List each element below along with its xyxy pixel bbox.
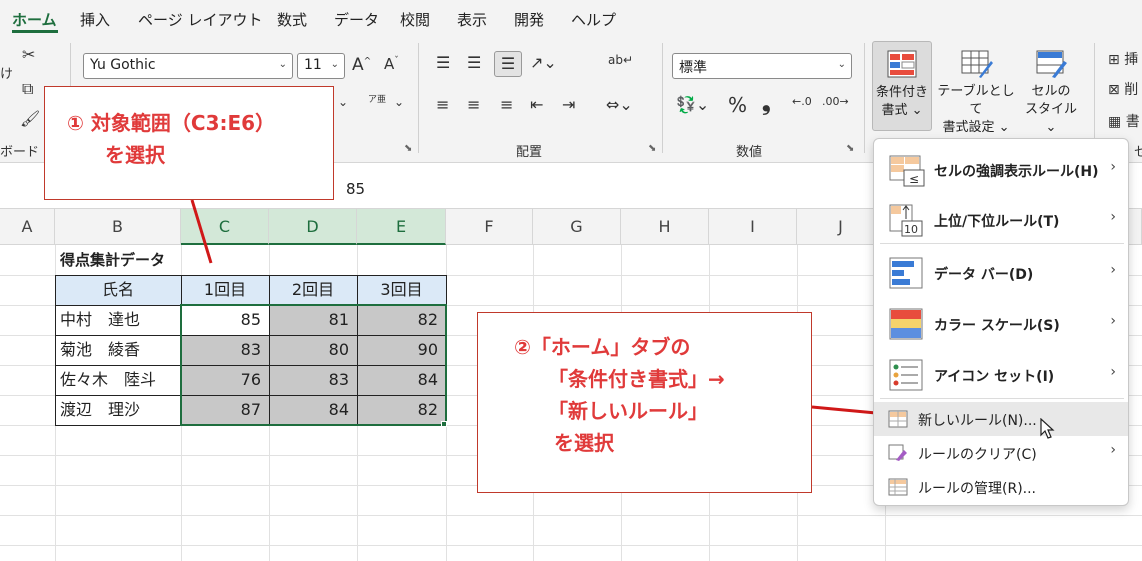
svg-text:≤: ≤	[909, 172, 919, 186]
menu-item-clear-rules[interactable]: ルールのクリア(C) ›	[874, 436, 1128, 470]
callout-1: ① 対象範囲（C3:E6） を選択	[44, 86, 334, 200]
manage-rules-icon	[888, 478, 908, 496]
callout-2-line4: を選択	[554, 431, 614, 455]
callout-line-1	[190, 199, 213, 264]
menu-separator	[880, 398, 1124, 399]
menu-item-color-scales[interactable]: カラー スケール(S) ›	[874, 299, 1128, 349]
callout-2: ②「ホーム」タブの 「条件付き書式」→ 「新しいルール」 を選択	[477, 312, 812, 493]
menu-item-data-bars[interactable]: データ バー(D) ›	[874, 248, 1128, 298]
menu-label: 新しいルール(N)...	[918, 413, 1037, 429]
menu-item-manage-rules[interactable]: ルールの管理(R)...	[874, 470, 1128, 504]
highlight-rules-icon: ≤	[889, 155, 925, 187]
menu-item-new-rule[interactable]: 新しいルール(N)...	[874, 402, 1128, 436]
menu-item-icon-sets[interactable]: アイコン セット(I) ›	[874, 350, 1128, 400]
callout-2-line1: ②「ホーム」タブの	[514, 335, 691, 359]
submenu-arrow-icon: ›	[1110, 364, 1116, 380]
submenu-arrow-icon: ›	[1110, 442, 1116, 458]
menu-label: 上位/下位ルール(T)	[934, 214, 1060, 230]
callout-1-line2: を選択	[105, 143, 165, 167]
top-bottom-rules-icon: 10	[889, 204, 923, 237]
callout-2-line3: 「新しいルール」	[548, 399, 708, 423]
callout-line-2	[811, 405, 877, 415]
menu-label: ルールの管理(R)...	[918, 481, 1037, 497]
submenu-arrow-icon: ›	[1110, 262, 1116, 278]
menu-separator	[880, 243, 1124, 244]
menu-item-highlight-rules[interactable]: ≤ セルの強調表示ルール(H) ›	[874, 145, 1128, 195]
submenu-arrow-icon: ›	[1110, 159, 1116, 175]
data-bars-icon	[889, 257, 923, 289]
color-scales-icon	[889, 308, 923, 340]
excel-window: ホーム 挿入 ページ レイアウト 数式 データ 校閲 表示 開発 ヘルプ ✂ け…	[0, 0, 1142, 561]
menu-label: カラー スケール(S)	[934, 318, 1060, 334]
menu-label: アイコン セット(I)	[934, 369, 1055, 385]
callout-2-line2: 「条件付き書式」→	[548, 367, 725, 391]
callout-1-line1: ① 対象範囲（C3:E6）	[67, 111, 276, 135]
new-rule-icon	[888, 410, 908, 428]
clear-rules-icon	[888, 444, 907, 461]
icon-sets-icon	[889, 359, 923, 391]
mouse-cursor-icon	[1040, 418, 1055, 439]
menu-label: データ バー(D)	[934, 267, 1034, 283]
conditional-formatting-menu: ≤ セルの強調表示ルール(H) › 10 上位/下位ルール(T) › データ バ…	[873, 138, 1129, 506]
menu-label: セルの強調表示ルール(H)	[934, 164, 1099, 180]
svg-text:10: 10	[904, 223, 918, 236]
submenu-arrow-icon: ›	[1110, 313, 1116, 329]
menu-label: ルールのクリア(C)	[918, 447, 1037, 463]
submenu-arrow-icon: ›	[1110, 209, 1116, 225]
menu-item-top-bottom-rules[interactable]: 10 上位/下位ルール(T) ›	[874, 195, 1128, 245]
